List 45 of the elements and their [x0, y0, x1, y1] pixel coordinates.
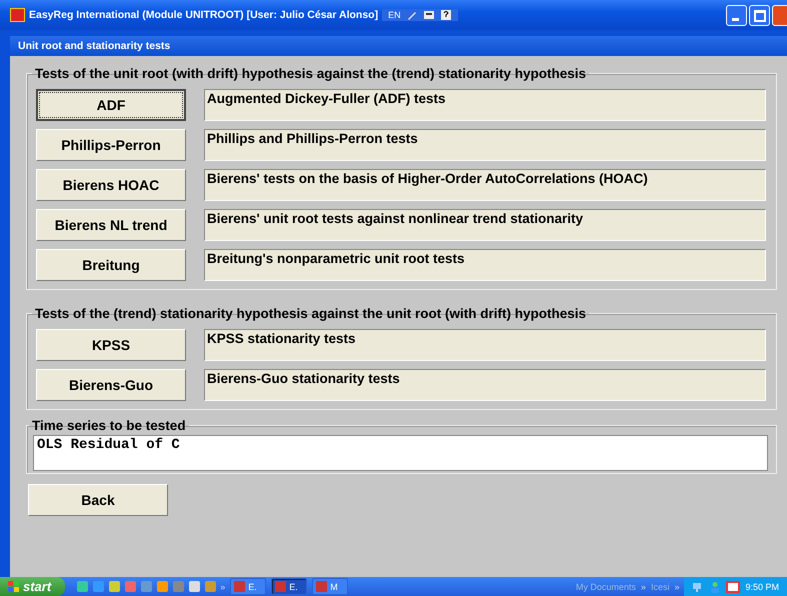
monitor-icon[interactable] — [726, 580, 740, 592]
quick-launch-icon[interactable] — [108, 580, 122, 593]
quick-launch-icon[interactable] — [204, 580, 218, 593]
test-button[interactable]: Bierens NL trend — [36, 209, 186, 241]
close-button[interactable] — [772, 4, 787, 26]
test-description: Augmented Dickey-Fuller (ADF) tests — [204, 89, 766, 121]
test-button[interactable]: ADF — [36, 89, 186, 121]
test-button[interactable]: Breitung — [36, 249, 186, 281]
quick-launch-icon[interactable] — [92, 580, 106, 593]
test-description: Bierens' tests on the basis of Higher-Order AutoCorrelations (HOAC) — [204, 169, 766, 201]
app-icon — [316, 581, 328, 592]
taskbar-task[interactable]: E. — [230, 578, 266, 595]
group-legend: Tests of the unit root (with drift) hypothesis against the (trend) stationarity hypothesis — [32, 66, 590, 81]
quick-launch-icon[interactable] — [188, 580, 202, 593]
taskbar-task[interactable]: E. — [271, 578, 308, 595]
windows-logo-icon — [8, 580, 20, 592]
test-button[interactable]: KPSS — [36, 329, 186, 361]
group-legend: Time series to be tested — [29, 418, 189, 433]
quick-launch-icon[interactable] — [76, 580, 90, 593]
test-button[interactable]: Phillips-Perron — [36, 129, 186, 161]
test-description: Bierens' unit root tests against nonlinear trend stationarity — [204, 209, 766, 241]
keyboard-icon[interactable] — [422, 9, 435, 21]
app-icon — [275, 581, 286, 592]
quick-launch-icon[interactable] — [124, 580, 138, 593]
quick-launch-icon[interactable] — [140, 580, 154, 593]
test-description: Bierens-Guo stationarity tests — [204, 369, 766, 401]
taskbar-task[interactable]: M — [312, 578, 348, 595]
dialog-title: Unit root and stationarity tests — [10, 36, 787, 56]
quick-launch-icon[interactable] — [156, 580, 170, 593]
minimize-button[interactable] — [726, 4, 747, 26]
series-field[interactable]: OLS Residual of C — [33, 435, 768, 471]
test-button[interactable]: Bierens HOAC — [36, 169, 186, 201]
app-icon — [234, 581, 246, 592]
test-description: Phillips and Phillips-Perron tests — [204, 129, 766, 161]
language-indicator[interactable]: EN — [388, 10, 401, 20]
app-icon — [10, 8, 25, 22]
pen-icon[interactable] — [406, 9, 418, 21]
window-title: EasyReg International (Module UNITROOT) [User: Julio César Alonso] — [29, 9, 378, 21]
test-description: KPSS stationarity tests — [204, 329, 766, 361]
help-icon[interactable] — [440, 9, 452, 21]
test-description: Breitung's nonparametric unit root tests — [204, 249, 766, 281]
back-button[interactable]: Back — [28, 484, 168, 516]
group-legend: Tests of the (trend) stationarity hypothesis against the unit root (with drift) hypothesis — [32, 306, 590, 321]
test-button[interactable]: Bierens-Guo — [36, 369, 186, 401]
maximize-button[interactable] — [749, 4, 770, 26]
